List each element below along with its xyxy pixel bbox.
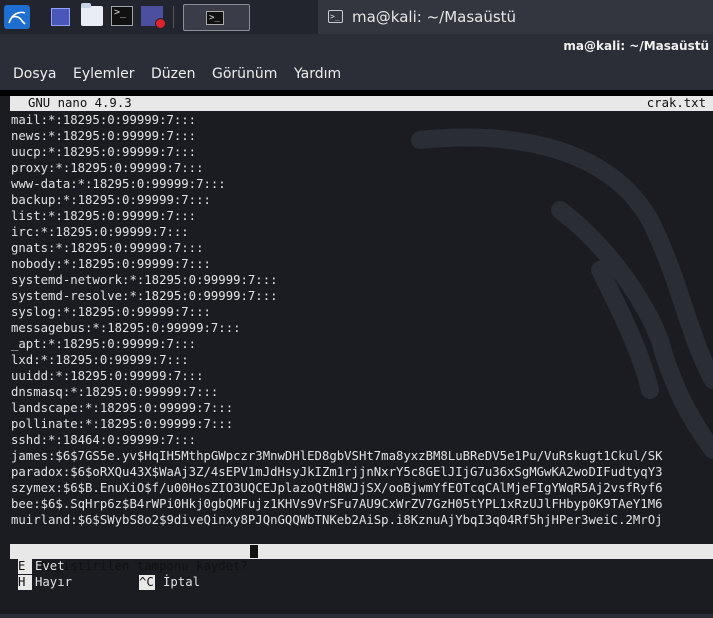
nano-filename: crak.txt	[646, 96, 706, 110]
option-key-no[interactable]: H	[18, 575, 32, 590]
option-key-cancel[interactable]: ^C	[139, 575, 155, 590]
file-line: systemd-network:*:18295:0:99999:7:::	[11, 273, 278, 287]
file-line: gnats:*:18295:0:99999:7:::	[11, 241, 204, 255]
file-line: muirland:$6$SWybS8o2$9diveQinxy8PJQnGQQW…	[11, 513, 663, 527]
workspace-switcher-icon[interactable]	[51, 8, 70, 26]
terminal-area[interactable]: GNU nano 4.9.3 crak.txt mail:*:18295:0:9…	[0, 90, 713, 614]
text-cursor	[250, 545, 258, 558]
taskbar-window-title: ma@kali: ~/Masaüstü	[352, 8, 517, 26]
menu-edit[interactable]: Düzen	[151, 66, 196, 82]
file-line: irc:*:18295:0:99999:7:::	[11, 225, 189, 239]
file-line: sshd:*:18464:0:99999:7:::	[11, 433, 197, 447]
nano-header-bar: GNU nano 4.9.3 crak.txt	[10, 96, 713, 111]
screen-recorder-icon[interactable]	[141, 6, 166, 29]
terminal-icon: >_	[206, 11, 224, 25]
file-line: proxy:*:18295:0:99999:7:::	[11, 161, 204, 175]
panel-separator	[173, 6, 174, 28]
file-line: mail:*:18295:0:99999:7:::	[11, 113, 197, 127]
file-content[interactable]: mail:*:18295:0:99999:7::: news:*:18295:0:…	[11, 112, 713, 528]
file-line: syslog:*:18295:0:99999:7:::	[11, 305, 211, 319]
option-label-cancel[interactable]: İptal	[163, 575, 200, 590]
file-line: systemd-resolve:*:18295:0:99999:7:::	[11, 289, 278, 303]
file-line: list:*:18295:0:99999:7:::	[11, 209, 197, 223]
top-panel: >_ >_ >_ ma@kali: ~/Masaüstü	[0, 0, 713, 34]
kali-menu-icon[interactable]	[4, 5, 30, 29]
menu-file[interactable]: Dosya	[13, 66, 57, 82]
file-line: james:$6$7GS5e.yv$HqIH5MthpGWpczr3MnwDHl…	[11, 449, 663, 463]
nano-version: GNU nano 4.9.3	[28, 96, 132, 110]
prompt-options: E Evet H Hayır ^C İptal	[10, 559, 713, 595]
menu-bar: Dosya Eylemler Düzen Görünüm Yardım	[0, 60, 713, 90]
menu-actions[interactable]: Eylemler	[73, 66, 135, 82]
file-line: www-data:*:18295:0:99999:7:::	[11, 177, 226, 191]
file-line: backup:*:18295:0:99999:7:::	[11, 193, 211, 207]
file-line: messagebus:*:18295:0:99999:7:::	[11, 321, 241, 335]
file-line: landscape:*:18295:0:99999:7:::	[11, 401, 234, 415]
save-prompt-bar: Değiştirilen tamponu kaydet?	[10, 544, 713, 573]
menu-view[interactable]: Görünüm	[212, 66, 277, 82]
taskbar-active-window[interactable]: >_ ma@kali: ~/Masaüstü	[318, 0, 713, 34]
option-label-no[interactable]: Hayır	[35, 575, 72, 590]
file-line: pollinate:*:18295:0:99999:7:::	[11, 417, 234, 431]
option-key-yes[interactable]: E	[18, 559, 32, 574]
file-line: uuidd:*:18295:0:99999:7:::	[11, 369, 204, 383]
file-line: nobody:*:18295:0:99999:7:::	[11, 257, 211, 271]
window-bottom-border	[0, 614, 713, 618]
window-title: ma@kali: ~/Masaüstü	[563, 39, 709, 53]
menu-help[interactable]: Yardım	[294, 66, 341, 82]
terminal-icon: >_	[328, 10, 343, 23]
file-line: uucp:*:18295:0:99999:7:::	[11, 145, 197, 159]
terminal-launcher-icon[interactable]: >_	[111, 6, 133, 26]
taskbar-terminal-button[interactable]: >_	[183, 4, 250, 31]
file-line: paradox:$6$oRXQu43X$WaAj3Z/4sEPV1mJdHsyJ…	[11, 465, 663, 479]
window-titlebar[interactable]: ma@kali: ~/Masaüstü	[0, 34, 713, 60]
option-label-yes[interactable]: Evet	[35, 559, 65, 574]
file-line: bee:$6$.SqHrp6z$B4rWPi0Hkj0gbQMFujz1KHVs…	[11, 497, 663, 511]
file-line: szymex:$6$B.EnuXiO$f/u00HosZIO3UQCEJplaz…	[11, 481, 663, 495]
file-manager-icon[interactable]	[81, 3, 103, 26]
file-line: lxd:*:18295:0:99999:7:::	[11, 353, 189, 367]
file-line: news:*:18295:0:99999:7:::	[11, 129, 197, 143]
file-line: dnsmasq:*:18295:0:99999:7:::	[11, 385, 219, 399]
file-line: _apt:*:18295:0:99999:7:::	[11, 337, 197, 351]
